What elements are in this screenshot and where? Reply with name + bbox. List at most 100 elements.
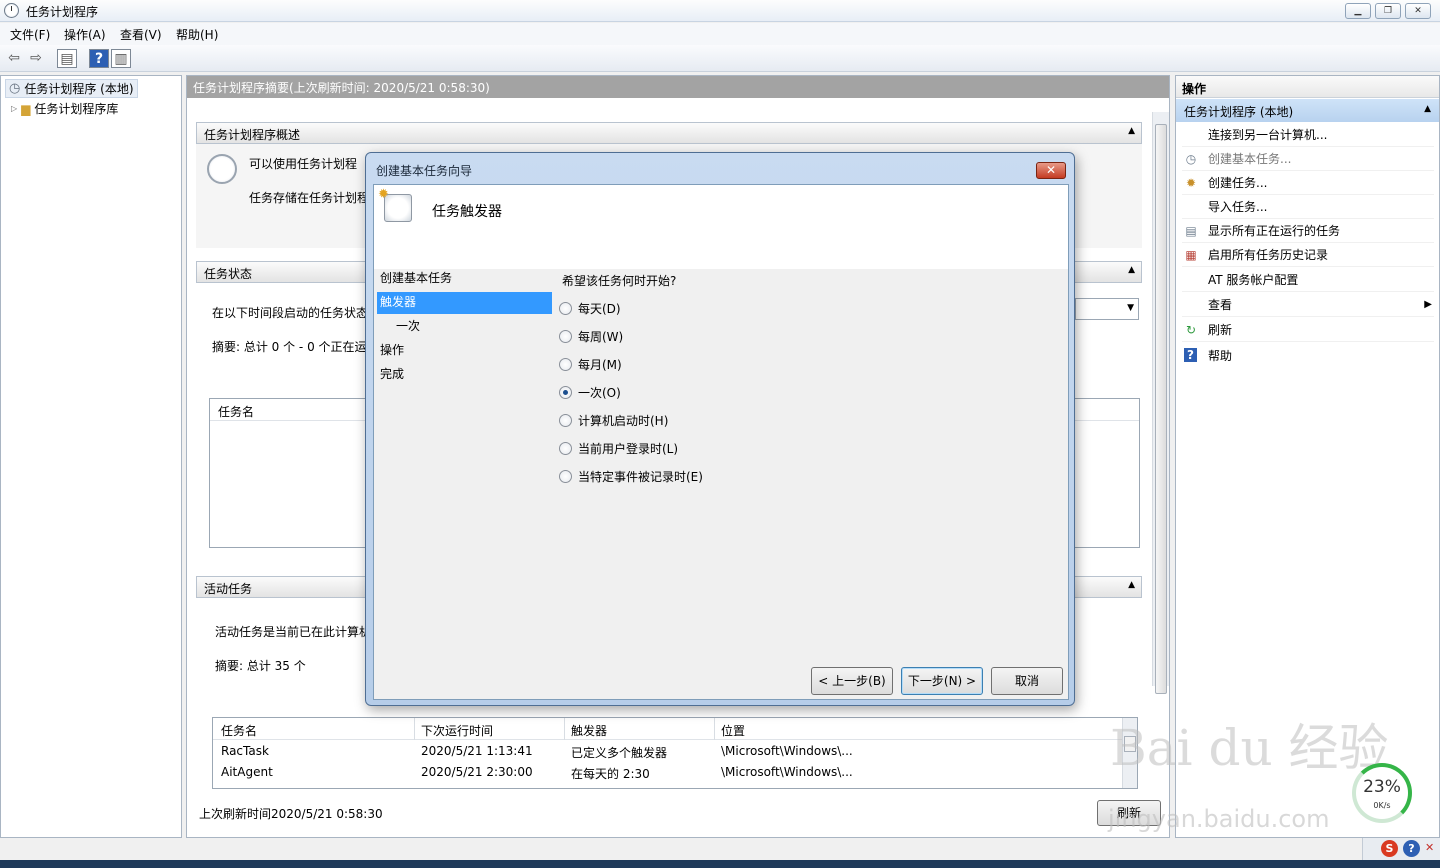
cell: RacTask bbox=[221, 744, 269, 758]
column-header[interactable]: 下次运行时间 bbox=[421, 722, 493, 739]
radio-icon bbox=[559, 414, 572, 427]
action-show-running[interactable]: ▤ 显示所有正在运行的任务 bbox=[1182, 219, 1434, 243]
active-text: 活动任务是当前已在此计算机 bbox=[215, 625, 372, 639]
tree-item-library[interactable]: ▷ ▆ 任务计划程序库 bbox=[11, 100, 118, 117]
column-header[interactable]: 触发器 bbox=[571, 722, 607, 739]
action-create-task[interactable]: ✹ 创建任务... bbox=[1182, 171, 1434, 195]
cancel-button[interactable]: 取消 bbox=[991, 667, 1063, 695]
radio-weekly[interactable]: 每周(W) bbox=[559, 328, 623, 345]
ime-icon[interactable]: S bbox=[1381, 840, 1398, 857]
column-header[interactable]: 位置 bbox=[721, 722, 745, 739]
task-icon: ✹ bbox=[1185, 175, 1197, 190]
radio-at-startup[interactable]: 计算机启动时(H) bbox=[559, 412, 668, 429]
dialog-heading: 任务触发器 bbox=[432, 204, 502, 220]
status-bar bbox=[0, 840, 1440, 862]
summary-scrollbar[interactable] bbox=[1152, 112, 1169, 694]
column-header[interactable]: 任务名 bbox=[221, 722, 257, 739]
radio-icon bbox=[559, 470, 572, 483]
folder-icon: ▆ bbox=[21, 101, 31, 116]
toolbar: ⇦ ⇨ ▤ ? ▥ bbox=[0, 45, 1440, 72]
cell: 2020/5/21 1:13:41 bbox=[421, 744, 533, 758]
action-refresh[interactable]: ↻ 刷新 bbox=[1182, 318, 1434, 342]
action-at-service[interactable]: AT 服务帐户配置 bbox=[1182, 268, 1434, 292]
clock-icon: ◷ bbox=[1185, 151, 1197, 166]
menu-file[interactable]: 文件(F) bbox=[10, 26, 50, 43]
back-arrow-icon[interactable]: ⇦ bbox=[4, 49, 24, 68]
action-label: 显示所有正在运行的任务 bbox=[1208, 224, 1341, 238]
nav-action[interactable]: 操作 bbox=[380, 341, 404, 358]
nav-trigger[interactable]: 触发器 bbox=[380, 293, 416, 310]
table-row[interactable]: AitAgent 2020/5/21 2:30:00 在每天的 2:30 \Mi… bbox=[213, 765, 1123, 785]
overview-text: 可以使用任务计划程 bbox=[249, 157, 358, 171]
maximize-button[interactable]: ❐ bbox=[1375, 3, 1401, 19]
action-enable-history[interactable]: ▦ 启用所有任务历史记录 bbox=[1182, 243, 1434, 267]
baidu-watermark: Bai du 经验 bbox=[1110, 719, 1389, 777]
close-icon[interactable]: ✕ bbox=[1425, 841, 1434, 854]
scroll-thumb[interactable] bbox=[1155, 124, 1167, 694]
radio-label: 当前用户登录时(L) bbox=[578, 442, 679, 456]
table-row[interactable]: RacTask 2020/5/21 1:13:41 已定义多个触发器 \Micr… bbox=[213, 744, 1123, 764]
collapse-icon[interactable]: ▲ bbox=[1128, 580, 1135, 590]
action-view[interactable]: 查看 ▶ bbox=[1182, 293, 1434, 317]
table-header: 任务名 下次运行时间 触发器 位置 bbox=[213, 718, 1123, 740]
help-icon[interactable]: ? bbox=[1403, 840, 1420, 857]
clock-icon bbox=[4, 3, 19, 18]
tree-item-label: 任务计划程序库 bbox=[34, 102, 119, 116]
radio-on-event[interactable]: 当特定事件被记录时(E) bbox=[559, 468, 703, 485]
active-summary: 摘要: 总计 35 个 bbox=[215, 659, 306, 673]
list-icon: ▤ bbox=[1185, 223, 1197, 238]
radio-icon bbox=[559, 302, 572, 315]
radio-label: 计算机启动时(H) bbox=[578, 414, 669, 428]
cell: 已定义多个触发器 bbox=[571, 746, 668, 760]
overview-text: 任务存储在任务计划程 bbox=[249, 191, 370, 205]
radio-monthly[interactable]: 每月(M) bbox=[559, 356, 622, 373]
nav-once[interactable]: 一次 bbox=[396, 317, 420, 334]
nav-create-basic-task[interactable]: 创建基本任务 bbox=[380, 269, 452, 286]
gauge-percent: 23% bbox=[1363, 777, 1401, 797]
close-icon[interactable]: ✕ bbox=[1405, 3, 1431, 19]
action-connect[interactable]: 连接到另一台计算机... bbox=[1182, 123, 1434, 147]
radio-selected-icon bbox=[559, 386, 572, 399]
taskbar bbox=[0, 860, 1440, 868]
actions-group-header[interactable]: 任务计划程序 (本地) ▲ bbox=[1176, 99, 1439, 122]
clock-icon bbox=[207, 154, 237, 184]
action-create-basic-task[interactable]: ◷ 创建基本任务... bbox=[1182, 147, 1434, 171]
period-dropdown[interactable]: ▼ bbox=[1075, 298, 1139, 320]
action-import-task[interactable]: 导入任务... bbox=[1182, 195, 1434, 219]
chevron-down-icon: ▼ bbox=[1127, 303, 1134, 313]
dialog-body: ✹ 任务触发器 创建基本任务 触发器 一次 操作 完成 希望该任务何时开始? 每… bbox=[373, 184, 1069, 700]
help-icon[interactable]: ? bbox=[89, 49, 109, 68]
back-button[interactable]: < 上一步(B) bbox=[811, 667, 893, 695]
column-header[interactable]: 任务名 bbox=[218, 403, 254, 420]
menu-action[interactable]: 操作(A) bbox=[64, 26, 106, 43]
section-title: 活动任务 bbox=[204, 582, 253, 596]
nav-finish[interactable]: 完成 bbox=[380, 365, 404, 382]
radio-label: 每天(D) bbox=[578, 302, 621, 316]
navigation-tree: ◷ 任务计划程序 (本地) ▷ ▆ 任务计划程序库 bbox=[0, 75, 182, 838]
action-help[interactable]: ? 帮助 bbox=[1182, 343, 1434, 367]
collapse-icon[interactable]: ▲ bbox=[1128, 265, 1135, 275]
minimize-button[interactable]: ▁ bbox=[1345, 3, 1371, 19]
radio-at-logon[interactable]: 当前用户登录时(L) bbox=[559, 440, 678, 457]
baidu-watermark-url: jingyan.baidu.com bbox=[1108, 805, 1330, 833]
network-gauge[interactable]: 23% 0K/s bbox=[1352, 763, 1412, 823]
close-icon[interactable]: ✕ bbox=[1036, 162, 1066, 179]
forward-arrow-icon[interactable]: ⇨ bbox=[26, 49, 46, 68]
expand-arrow-icon[interactable]: ▷ bbox=[11, 104, 17, 113]
menu-help[interactable]: 帮助(H) bbox=[176, 26, 218, 43]
radio-once[interactable]: 一次(O) bbox=[559, 384, 621, 401]
radio-daily[interactable]: 每天(D) bbox=[559, 300, 621, 317]
cell: 在每天的 2:30 bbox=[571, 767, 650, 781]
next-button[interactable]: 下一步(N) > bbox=[901, 667, 983, 695]
section-overview-header[interactable]: 任务计划程序概述 ▲ bbox=[196, 122, 1142, 144]
show-actions-icon[interactable]: ▥ bbox=[111, 49, 131, 68]
show-tree-icon[interactable]: ▤ bbox=[57, 49, 77, 68]
collapse-icon[interactable]: ▲ bbox=[1128, 126, 1135, 136]
menu-view[interactable]: 查看(V) bbox=[120, 26, 162, 43]
clock-icon: ◷ bbox=[9, 81, 21, 96]
dialog-title: 创建基本任务向导 bbox=[376, 164, 473, 178]
tree-item-local[interactable]: ◷ 任务计划程序 (本地) bbox=[5, 79, 138, 98]
collapse-icon[interactable]: ▲ bbox=[1424, 104, 1431, 114]
radio-icon bbox=[559, 330, 572, 343]
gauge-speed: 0K/s bbox=[1373, 801, 1391, 810]
